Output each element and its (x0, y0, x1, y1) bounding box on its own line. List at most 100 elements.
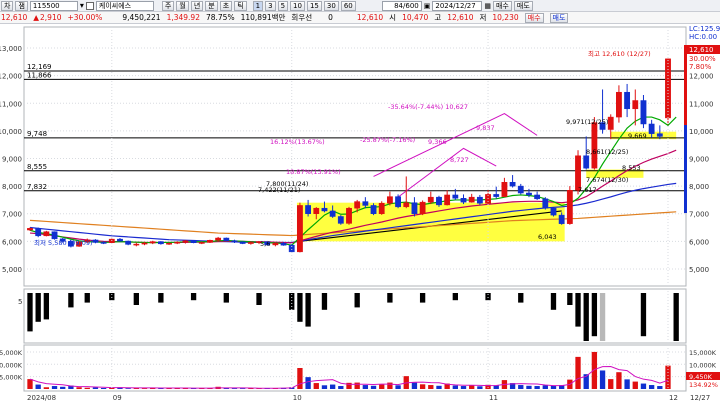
period-minute-button[interactable]: 분 (205, 0, 218, 11)
volume-bar (321, 385, 328, 389)
annotation-a14: 5,6 (260, 240, 270, 248)
candle (460, 198, 467, 203)
period-week-button[interactable]: 주 (161, 0, 175, 11)
volume-bar (338, 386, 344, 389)
candle (656, 133, 663, 137)
price-tick-label: 6,000 (2, 238, 22, 246)
stock-name-field: 케이씨에스 (95, 0, 154, 11)
indicator-bar (583, 293, 589, 341)
volume-bar (100, 388, 107, 389)
interval-10-button[interactable]: 10 (290, 0, 305, 11)
volume-bar (648, 385, 655, 389)
volume-bar (452, 385, 458, 389)
indicator-bar (133, 293, 139, 305)
volume-bar (354, 382, 360, 389)
price-tick-label-right: 8,000 (689, 183, 709, 191)
interval-15-button[interactable]: 15 (306, 0, 322, 11)
volume-bar (428, 385, 434, 389)
volume-amount: 1,349.92 (166, 13, 200, 22)
interval-3-button[interactable]: 3 (265, 0, 276, 11)
low-label: 저 (479, 13, 487, 22)
level-label: 7,832 (27, 183, 47, 191)
period-tick-button[interactable]: 틱 (234, 0, 247, 11)
indicator-bar (354, 293, 360, 308)
buy-toolbar-button[interactable]: 매수 (492, 0, 512, 11)
buy-button[interactable]: 매수 (524, 12, 544, 23)
volume-bar (436, 385, 442, 389)
candle (452, 194, 459, 199)
volume-bar (550, 385, 557, 389)
calendar-icon[interactable]: ▦ (484, 2, 491, 10)
volume-bar (616, 372, 622, 389)
candle (157, 241, 164, 245)
candle (198, 242, 205, 244)
date-label: 10 (293, 394, 302, 402)
candle (378, 202, 385, 214)
indicator-bar (297, 293, 303, 322)
close-price: 12,610 (356, 13, 384, 22)
volume-bar (395, 385, 401, 389)
annotation-a5: 9,971(12/25) (566, 118, 608, 126)
high-label: 고 (434, 13, 442, 22)
volume-bar (542, 385, 548, 389)
volume-bar (469, 385, 475, 389)
period-month-button[interactable]: 월 (176, 0, 189, 11)
volume-bar (92, 387, 99, 389)
volume-bar (305, 377, 311, 389)
interval-30-button[interactable]: 30 (323, 0, 339, 11)
indicator-bar (419, 293, 426, 303)
favorite-checkbox[interactable] (85, 1, 94, 10)
volume-bar (608, 379, 614, 389)
level-label: 9,748 (27, 130, 47, 138)
volume-bar (125, 388, 131, 389)
annotation-a3b: 9,366 (428, 138, 447, 146)
hc-label: HC:0.00 (689, 33, 717, 41)
date-field[interactable]: 2024/12/27 (432, 0, 483, 11)
volume-bar (27, 379, 33, 389)
indicator-bar (68, 293, 74, 308)
indicator-bar (599, 293, 606, 341)
candle (174, 241, 181, 244)
candle (247, 242, 254, 244)
open-label: 시 (389, 13, 397, 22)
volume-bar (240, 388, 246, 389)
search-icon[interactable]: ▾ (80, 1, 84, 10)
candle (190, 240, 197, 243)
candle (583, 155, 590, 169)
mode-button[interactable]: 차 (1, 0, 14, 11)
candle (509, 181, 516, 187)
stock-code-input[interactable]: 115500 (29, 0, 78, 11)
indicator-bar (289, 293, 295, 310)
interval-5-button[interactable]: 5 (277, 0, 289, 11)
candle (665, 58, 671, 119)
period-second-button[interactable]: 초 (219, 0, 233, 11)
lock-icon[interactable]: ▣ (424, 2, 431, 10)
priority-label: 회우선 (291, 13, 313, 22)
period-year-button[interactable]: 년 (190, 0, 204, 11)
candle (468, 196, 475, 203)
interval-60-button[interactable]: 60 (340, 0, 356, 11)
volume-tag-label: 9,450K (689, 373, 713, 381)
volume-bar (640, 383, 647, 389)
candle (346, 207, 352, 224)
candle (648, 123, 655, 134)
candle (436, 196, 442, 206)
count-field[interactable]: 84/600 (381, 0, 422, 11)
annotation-a7: 8,661(12/25) (586, 148, 628, 156)
mode2-button[interactable]: 잼 (15, 0, 28, 11)
date-label: 12 (669, 394, 678, 402)
stock-chart[interactable]: 13,000 12,000 11,000 10,000 9,000 8,000 7,000 6… (0, 25, 720, 404)
date-label: 2024/08 (27, 394, 56, 402)
sell-button[interactable]: 매도 (549, 12, 569, 23)
volume-bar (460, 386, 467, 389)
sell-toolbar-button[interactable]: 매도 (513, 0, 533, 11)
volume-bar (43, 387, 50, 389)
candle (43, 231, 50, 237)
candle (337, 216, 344, 224)
volume-tick-label: 10,000K (0, 361, 23, 369)
annotation-a1b: 9,837 (476, 124, 495, 132)
candle (624, 91, 631, 110)
candle (166, 243, 172, 245)
candle (370, 205, 377, 214)
interval-1-button[interactable]: 1 (252, 0, 264, 11)
